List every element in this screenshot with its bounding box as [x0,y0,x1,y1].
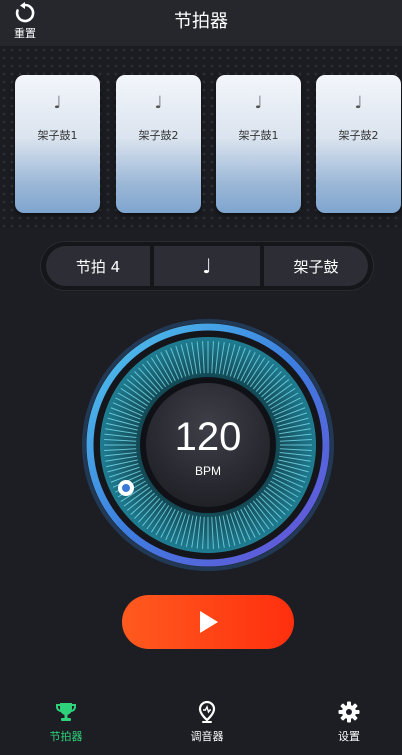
tab-label: 调音器 [190,730,224,743]
page-title: 节拍器 [174,11,228,32]
time-signature-button[interactable]: 节拍 4 [46,246,150,286]
quarter-note-icon: ♩ [202,254,212,278]
trophy-icon [56,703,76,721]
top-bar: 重置 节拍器 [0,0,402,46]
quarter-note-icon: ♩ [254,93,263,113]
tab-bar: 节拍器 调音器 设置 [0,693,402,755]
tempo-value: 120 [175,415,242,459]
beat-card[interactable]: ♩ 架子鼓1 [216,75,301,213]
pin-icon [198,701,216,723]
beat-card[interactable]: ♩ 架子鼓2 [316,75,401,213]
tempo-unit: BPM [195,464,221,478]
time-signature-label: 节拍 4 [75,257,121,276]
gear-icon [338,701,360,723]
tab-tuner[interactable]: 调音器 [167,701,247,744]
control-bar: 节拍 4 ♩ 架子鼓 [40,241,374,291]
tab-label: 设置 [338,730,360,743]
play-button[interactable] [122,595,294,649]
beat-label: 架子鼓1 [37,129,78,142]
quarter-note-icon: ♩ [354,93,363,113]
sound-label: 架子鼓 [293,257,339,276]
tempo-knob[interactable] [118,480,134,496]
tempo-dial[interactable]: 120 BPM [81,318,335,572]
beat-label: 架子鼓1 [238,129,279,142]
sound-button[interactable]: 架子鼓 [264,246,368,286]
note-value-button[interactable]: ♩ [154,246,260,286]
quarter-note-icon: ♩ [154,93,163,113]
tab-settings[interactable]: 设置 [309,701,389,744]
play-icon [200,611,218,633]
beat-card[interactable]: ♩ 架子鼓2 [116,75,201,213]
tab-label: 节拍器 [49,730,83,743]
quarter-note-icon: ♩ [53,93,62,113]
beat-label: 架子鼓2 [138,129,179,142]
beat-label: 架子鼓2 [338,129,379,142]
tab-metronome[interactable]: 节拍器 [26,701,106,744]
beat-card[interactable]: ♩ 架子鼓1 [15,75,100,213]
beats-panel: ♩ 架子鼓1 ♩ 架子鼓2 ♩ 架子鼓1 ♩ 架子鼓2 [0,46,402,228]
